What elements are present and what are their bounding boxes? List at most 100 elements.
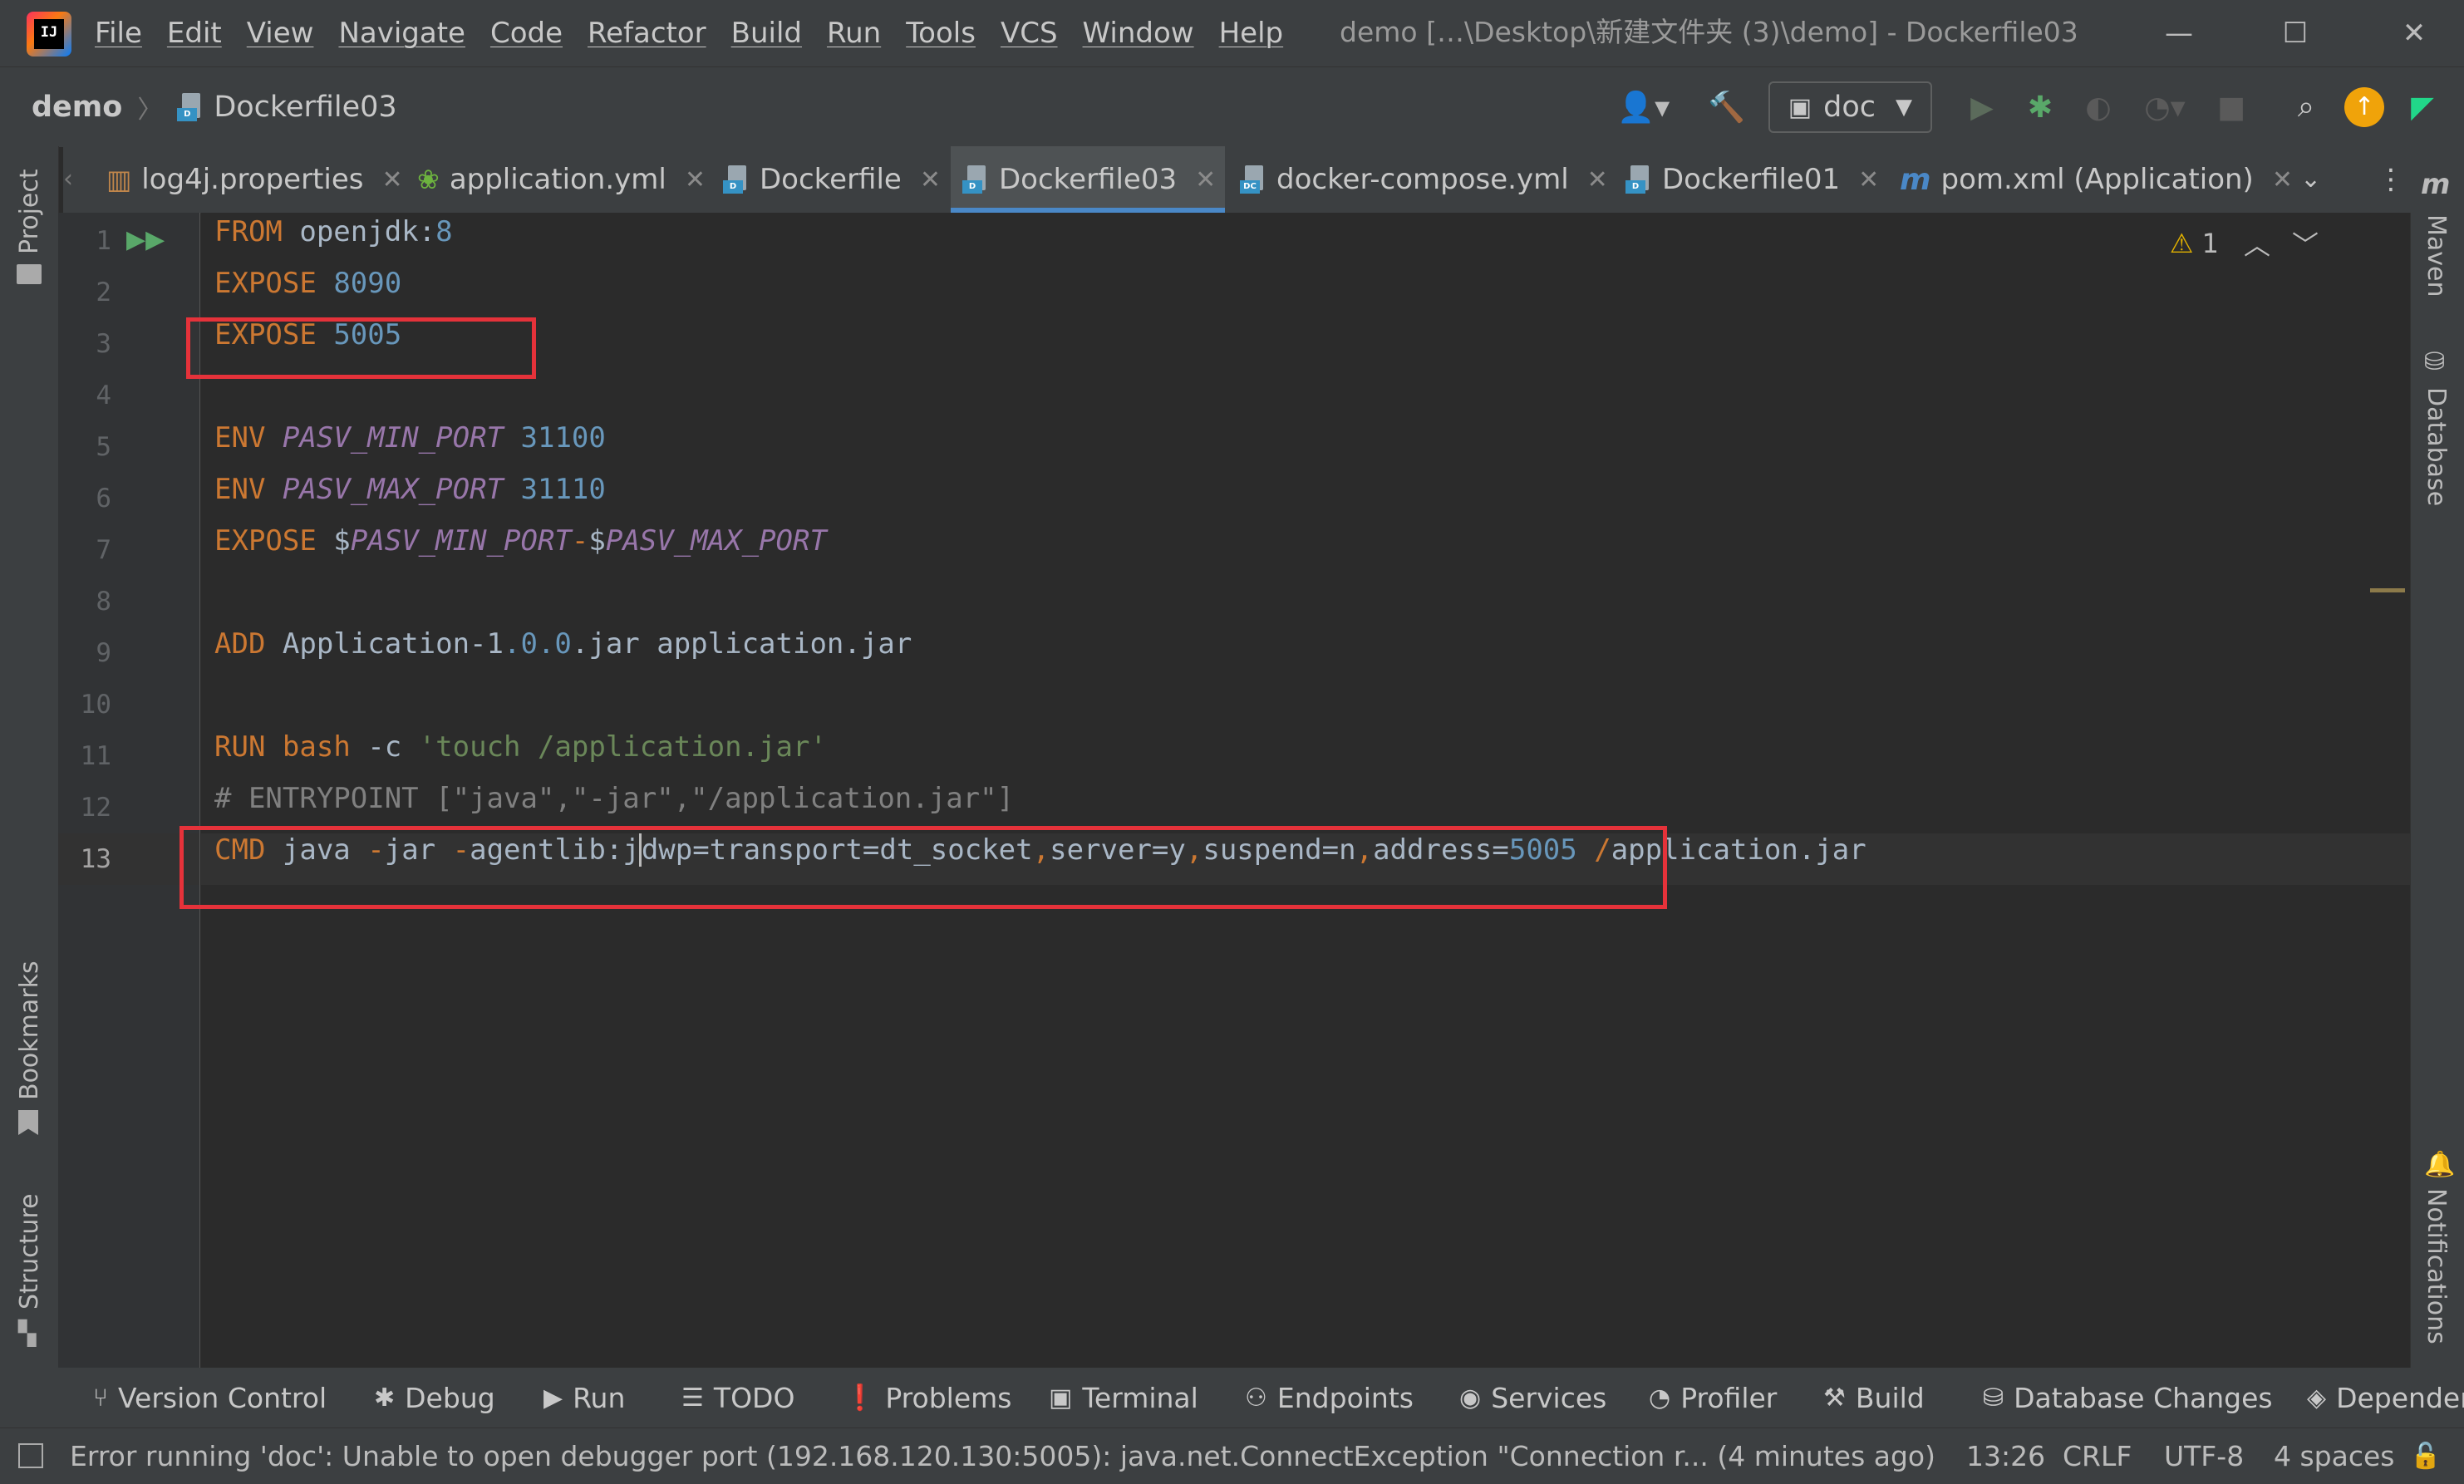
tab-pom-xml[interactable]: m pom.xml (Application) ✕ xyxy=(1900,146,2293,213)
code-with-me-icon[interactable]: ◤ xyxy=(2398,82,2447,132)
tab-application-yml[interactable]: ❀ application.yml ✕ xyxy=(417,146,706,213)
scrollbar-marker[interactable] xyxy=(2370,588,2405,592)
menu-file[interactable]: File xyxy=(95,17,142,50)
close-button[interactable]: ✕ xyxy=(2364,0,2464,66)
intellij-logo-icon[interactable]: IJ xyxy=(27,12,71,57)
close-tab-icon[interactable]: ✕ xyxy=(381,165,402,194)
tool-debug[interactable]: ✱ Debug xyxy=(374,1368,495,1427)
tab-label: log4j.properties xyxy=(141,163,364,196)
previous-highlight-icon[interactable]: ︿ xyxy=(2244,224,2270,263)
close-tab-icon[interactable]: ✕ xyxy=(1858,165,1879,194)
play-icon: ▶ xyxy=(543,1383,563,1413)
endpoints-icon: ⚇ xyxy=(1245,1383,1267,1413)
highlight-box-expose-5005 xyxy=(186,317,536,379)
tool-database-changes[interactable]: ⛁ Database Changes xyxy=(1983,1368,2273,1427)
line-number: 6 xyxy=(96,484,111,514)
more-options-icon[interactable]: ⋮ xyxy=(2377,146,2405,213)
close-tab-icon[interactable]: ✕ xyxy=(920,165,941,194)
tool-todo[interactable]: ☰ TODO xyxy=(681,1368,794,1427)
menu-tools[interactable]: Tools xyxy=(906,17,976,50)
menu-navigate[interactable]: Navigate xyxy=(338,17,465,50)
build-hammer-icon[interactable]: 🔨 xyxy=(1702,82,1752,132)
chevron-down-icon: ▼ xyxy=(1896,95,1912,120)
search-icon[interactable]: ⌕ xyxy=(2281,82,2331,132)
tab-dockerfile01[interactable]: D Dockerfile01 ✕ xyxy=(1625,146,1879,213)
user-account-icon[interactable]: 👤▾ xyxy=(1611,82,1677,132)
minimize-button[interactable]: — xyxy=(2129,0,2229,66)
notifications-panel-button[interactable]: Notifications xyxy=(2422,1188,2451,1344)
docker-compose-icon: DC xyxy=(1240,165,1265,194)
tool-problems[interactable]: ❗ Problems xyxy=(844,1368,1011,1427)
tool-services[interactable]: ◉ Services xyxy=(1459,1368,1606,1427)
tab-label: Dockerfile03 xyxy=(999,163,1178,196)
line-number: 1 xyxy=(96,226,111,256)
tool-dependencies[interactable]: ◈Dependencies xyxy=(2307,1368,2464,1427)
close-tab-icon[interactable]: ✕ xyxy=(1195,165,1216,194)
caret-position[interactable]: 13:26 xyxy=(1966,1428,2045,1484)
menu-code[interactable]: Code xyxy=(490,17,563,50)
tool-build[interactable]: ⚒ Build xyxy=(1823,1368,1925,1427)
tab-list-chevron-down-icon[interactable]: ⌄ xyxy=(2300,146,2321,213)
database-icon: ⛁ xyxy=(2424,347,2446,376)
line-separator[interactable]: CRLF xyxy=(2063,1428,2132,1484)
code-line-2: EXPOSE 8090 xyxy=(214,267,402,300)
warnings-indicator[interactable]: ⚠ 1 ︿ ﹀ xyxy=(2170,224,2319,263)
run-configuration-select[interactable]: ▣ doc ▼ xyxy=(1768,81,1932,133)
menu-window[interactable]: Window xyxy=(1083,17,1194,50)
line-number: 12 xyxy=(80,793,111,823)
run-gutter-icon[interactable]: ▶▶ xyxy=(126,218,165,263)
scroll-tabs-left-icon[interactable]: ‹ xyxy=(63,146,73,213)
tab-dockerfile[interactable]: D Dockerfile ✕ xyxy=(723,146,941,213)
tool-endpoints[interactable]: ⚇ Endpoints xyxy=(1245,1368,1414,1427)
coverage-icon[interactable]: ◐ xyxy=(2073,82,2123,132)
logo-text: IJ xyxy=(34,19,64,49)
current-line-number: 13 xyxy=(58,833,199,885)
tab-log4j-properties[interactable]: ▥ log4j.properties ✕ xyxy=(106,146,403,213)
run-icon[interactable]: ▶ xyxy=(1957,82,2007,132)
tool-profiler[interactable]: ◔ Profiler xyxy=(1649,1368,1777,1427)
maximize-button[interactable]: ☐ xyxy=(2245,0,2345,66)
tab-docker-compose-yml[interactable]: DC docker-compose.yml ✕ xyxy=(1240,146,1608,213)
bookmarks-panel-button[interactable]: Bookmarks xyxy=(15,961,44,1100)
status-message[interactable]: Error running 'doc': Unable to open debu… xyxy=(70,1428,1935,1484)
stop-icon[interactable]: ■ xyxy=(2206,82,2256,132)
bookmark-icon xyxy=(18,1110,38,1135)
toggle-tool-windows-icon[interactable] xyxy=(18,1443,43,1468)
next-highlight-icon[interactable]: ﹀ xyxy=(2292,224,2319,263)
close-tab-icon[interactable]: ✕ xyxy=(1587,165,1608,194)
structure-panel-button[interactable]: Structure xyxy=(15,1193,44,1310)
breadcrumb-file[interactable]: Dockerfile03 xyxy=(214,91,396,124)
close-tab-icon[interactable]: ✕ xyxy=(685,165,706,194)
line-number: 8 xyxy=(96,587,111,617)
menu-build[interactable]: Build xyxy=(731,17,802,50)
menu-vcs[interactable]: VCS xyxy=(1001,17,1058,50)
tool-terminal[interactable]: ▣ Terminal xyxy=(1049,1368,1198,1427)
tab-label: Dockerfile01 xyxy=(1662,163,1841,196)
docker-config-icon: ▣ xyxy=(1788,92,1812,122)
project-panel-button[interactable]: Project xyxy=(15,169,44,254)
tab-dockerfile03[interactable]: D Dockerfile03 ✕ xyxy=(951,146,1225,213)
code-editor[interactable]: FROM openjdk:8 EXPOSE 8090 EXPOSE 5005 E… xyxy=(180,213,2410,1368)
menu-run[interactable]: Run xyxy=(827,17,881,50)
lock-icon[interactable]: 🔓 xyxy=(2410,1428,2441,1484)
menu-refactor[interactable]: Refactor xyxy=(588,17,706,50)
breadcrumb-project[interactable]: demo xyxy=(32,91,122,124)
profile-icon[interactable]: ◔▾ xyxy=(2132,82,2198,132)
close-tab-icon[interactable]: ✕ xyxy=(2272,165,2293,194)
debug-bug-icon[interactable]: ✱ xyxy=(2015,82,2065,132)
update-icon[interactable]: ↑ xyxy=(2339,82,2389,132)
maven-panel-button[interactable]: Maven xyxy=(2422,214,2451,297)
maven-pom-icon: m xyxy=(1900,162,1931,197)
tool-version-control[interactable]: ⑂ Version Control xyxy=(93,1368,327,1427)
status-bar: Error running 'doc': Unable to open debu… xyxy=(0,1427,2464,1484)
menu-edit[interactable]: Edit xyxy=(167,17,222,50)
menu-help[interactable]: Help xyxy=(1219,17,1284,50)
menu-view[interactable]: View xyxy=(247,17,314,50)
database-panel-button[interactable]: Database xyxy=(2422,387,2451,506)
run-configuration-label: doc xyxy=(1823,91,1876,124)
indent-setting[interactable]: 4 spaces xyxy=(2274,1428,2395,1484)
tool-run[interactable]: ▶ Run xyxy=(543,1368,625,1427)
file-encoding[interactable]: UTF-8 xyxy=(2164,1428,2244,1484)
dockerfile-icon: D xyxy=(1625,165,1650,194)
terminal-icon: ▣ xyxy=(1049,1383,1073,1413)
